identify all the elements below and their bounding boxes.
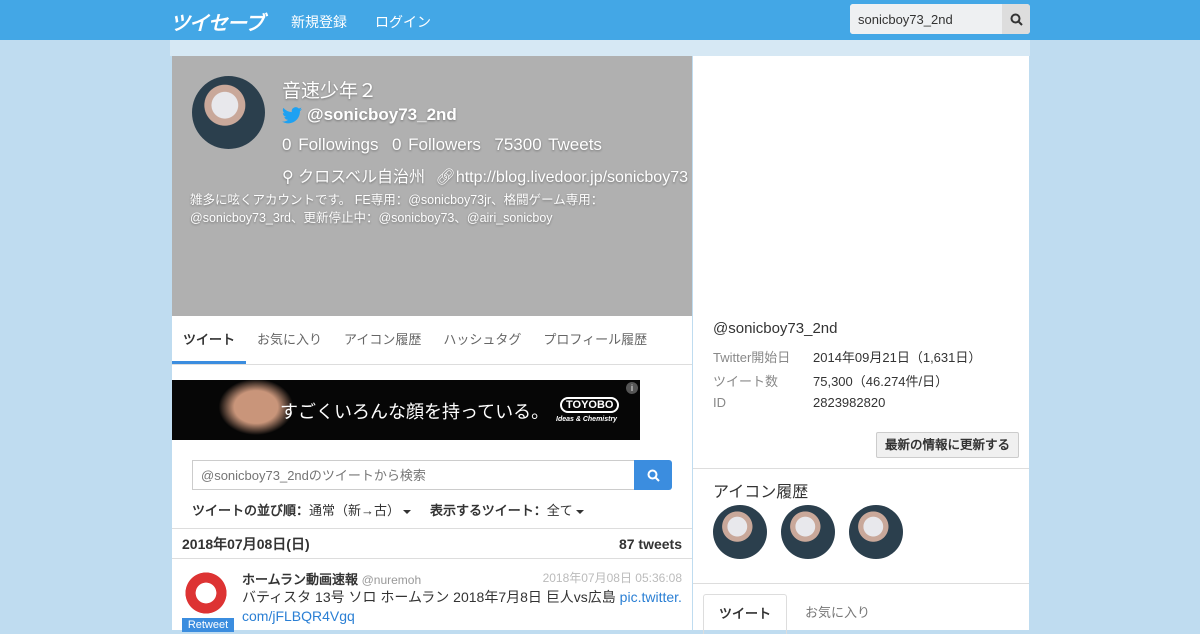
sort-dropdown[interactable]: ツイートの並び順：通常（新→古） [192,500,412,519]
search-icon [647,469,660,482]
profile-location: クロスベル自治州 [298,169,426,186]
link-icon: 🔗︎ [435,169,456,186]
icon-history-avatar[interactable] [713,505,767,559]
info-key: ツイート数 [713,374,779,389]
user-search [850,4,1030,34]
profile-url[interactable]: http://blog.livedoor.jp/sonicboy73 [456,169,688,186]
tweet-text: バティスタ 13号 ソロ ホームラン 2018年7月8日 巨人vs広島 [242,589,620,605]
location-icon: ⚲ [282,169,294,186]
info-value: 2823982820 [813,395,886,410]
icon-history-avatar[interactable] [849,505,903,559]
tweet-author[interactable]: ホームラン動画速報 [242,572,358,587]
ad-tagline: Ideas & Chemistry [556,416,618,423]
signup-link[interactable]: 新規登録 [291,12,347,32]
followers-label: Followers [408,135,481,154]
followings-count: 0 [282,135,292,154]
info-row: ツイート数 75,300（46.274件/日） [713,371,948,390]
filter-dropdown[interactable]: 表示するツイート：全て [430,500,584,519]
sidebar-tab-tweets[interactable]: ツイート [703,594,787,634]
profile-bio: 雑多に呟くアカウントです。 FE専用：@sonicboy73jr、格闘ゲーム専用… [190,193,604,225]
info-handle: @sonicboy73_2nd [713,320,838,337]
search-button[interactable] [1002,4,1030,34]
tweet-time[interactable]: 2018年07月08日 05:36:08 [543,569,682,586]
content-strip [170,40,1030,56]
tweets-label: Tweets [548,135,602,154]
filter-label: 表示するツイート： [430,503,547,518]
search-icon [1010,13,1023,26]
info-value: 2014年09月21日（1,631日） [813,350,982,365]
profile-header: 音速少年２ @sonicboy73_2nd 0 Followings 0 Fol… [172,56,692,316]
tweet-handle[interactable]: @nuremoh [362,573,422,587]
tweet-search [192,460,672,490]
sidebar-tab-favorites[interactable]: お気に入り [805,594,870,632]
tab-tweets[interactable]: ツイート [172,316,247,364]
info-key: ID [713,395,726,410]
info-row: ID 2823982820 [713,395,885,410]
profile-tabs: ツイート お気に入り アイコン履歴 ハッシュタグ プロフィール履歴 [172,316,692,365]
tweet-search-button[interactable] [634,460,672,490]
avatar [192,76,265,149]
filter-value: 全て [546,503,573,518]
icon-history-title: アイコン履歴 [713,484,809,501]
ad-text: すごくいろんな顔を持っている。 [280,402,550,423]
refresh-button[interactable]: 最新の情報に更新する [875,432,1019,458]
tab-profile-history[interactable]: プロフィール履歴 [532,316,658,364]
main-column: 音速少年２ @sonicboy73_2nd 0 Followings 0 Fol… [172,56,692,632]
info-value: 75,300（46.274件/日） [813,374,949,389]
tab-icon-history[interactable]: アイコン履歴 [333,316,432,364]
sidebar: @sonicboy73_2nd Twitter開始日 2014年09月21日（1,… [693,56,1029,634]
followings-label: Followings [298,135,379,154]
tweets-count: 75300 [494,135,542,154]
top-navbar: ツイセーブ 新規登録 ログイン [0,0,1200,40]
login-link[interactable]: ログイン [375,12,431,32]
profile-name: 音速少年２ [282,81,378,102]
icon-history-avatar[interactable] [781,505,835,559]
sort-value: 通常（新→古） [309,503,401,518]
day-tweet-count: 87 tweets [618,536,682,552]
user-search-input[interactable] [850,4,1002,34]
tweet-search-input[interactable] [192,460,635,490]
info-key: Twitter開始日 [713,350,791,365]
day-header: 2018年07月08日(日) 87 tweets [172,528,692,559]
caret-down-icon [403,509,412,514]
site-logo[interactable]: ツイセーブ [170,7,265,36]
twitter-bird-icon [282,106,302,123]
tab-hashtags[interactable]: ハッシュタグ [432,316,532,364]
ad-brand: TOYOBO [560,397,620,413]
info-row: Twitter開始日 2014年09月21日（1,631日） [713,347,981,366]
followers-count: 0 [391,135,402,154]
tweet-avatar[interactable] [182,569,230,617]
sort-label: ツイートの並び順： [192,503,310,518]
tab-favorites[interactable]: お気に入り [246,316,333,364]
day-date: 2018年07月08日(日) [182,536,310,552]
profile-handle[interactable]: @sonicboy73_2nd [307,105,457,125]
ad-banner[interactable]: すごくいろんな顔を持っている。 TOYOBO Ideas & Chemistry… [172,380,640,440]
ad-info-icon[interactable]: i [626,382,638,394]
caret-down-icon [575,509,584,514]
